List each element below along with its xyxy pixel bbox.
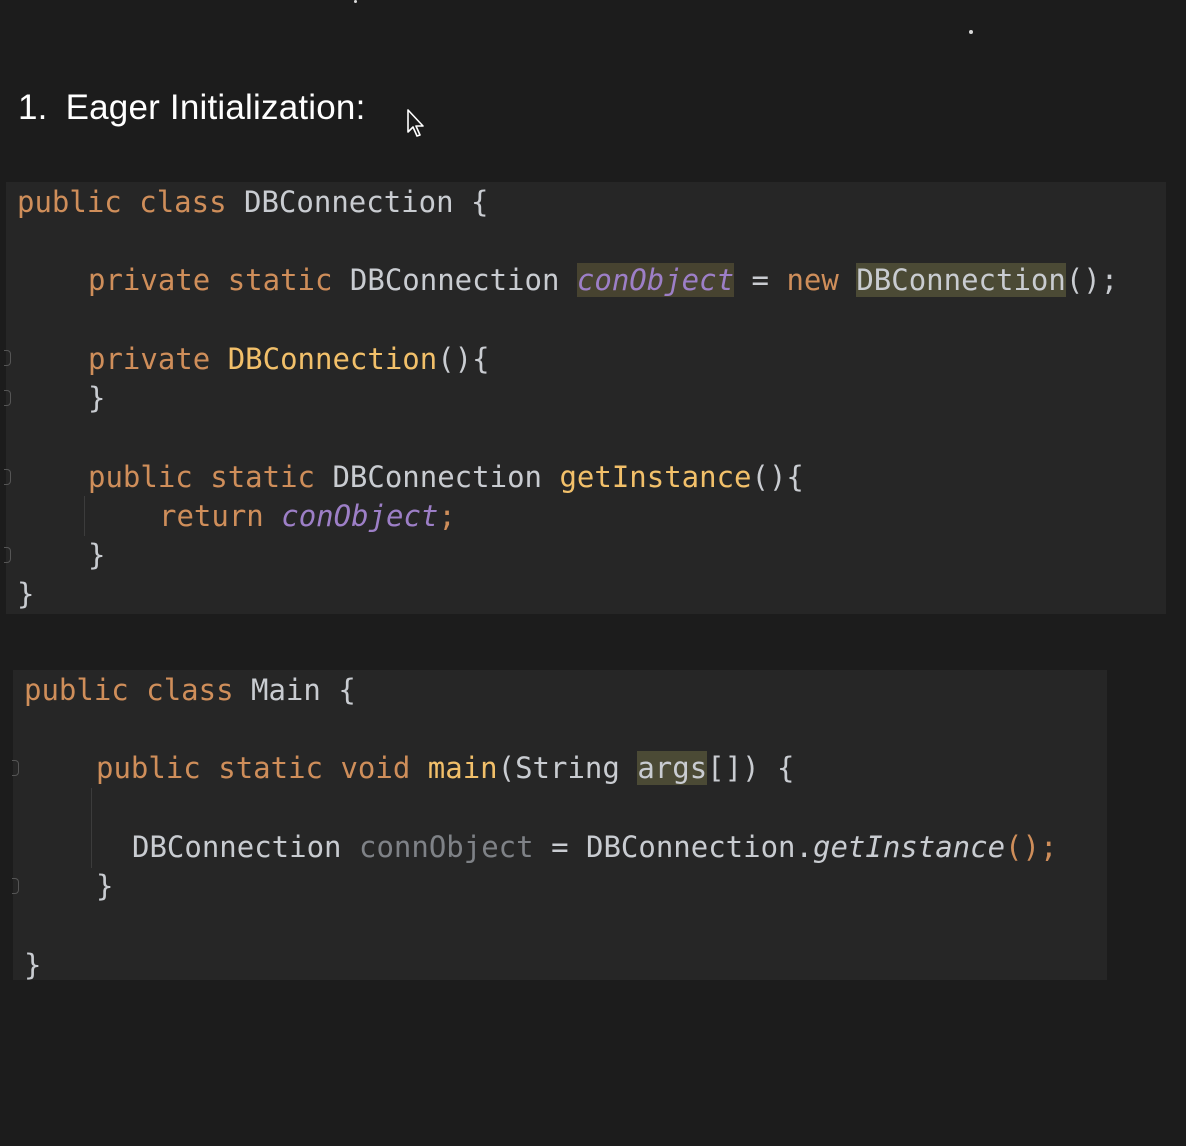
code-line: } (17, 574, 34, 614)
class-name: Main (251, 673, 321, 707)
keyword: new (786, 263, 839, 297)
heading-number: 1. (18, 88, 48, 127)
keyword: private (88, 263, 211, 297)
punctuation: ; (438, 499, 456, 533)
code-line: } (88, 535, 105, 575)
brace: } (24, 948, 42, 982)
type-name: DBConnection (349, 263, 560, 297)
main-code-block: public class Main { public static void m… (12, 670, 1107, 982)
method-name: getInstance (559, 460, 752, 494)
keyword: class (139, 185, 227, 219)
code-line: private static DBConnection conObject = … (88, 260, 1118, 300)
dbconnection-code-block: public class DBConnection { private stat… (4, 182, 1166, 614)
code-line: public class DBConnection { (17, 182, 488, 222)
class-reference: DBConnection. (586, 830, 813, 864)
type-name: DBConnection (332, 460, 542, 494)
brace: { (471, 185, 489, 219)
punctuation: (); (1065, 263, 1119, 297)
operator: = (551, 830, 569, 864)
code-line: public static DBConnection getInstance()… (88, 457, 804, 497)
keyword: return (159, 499, 264, 533)
constructor-call-highlighted: DBConnection (856, 263, 1066, 297)
parameter-name-highlighted: args (637, 751, 708, 785)
brace: } (96, 869, 114, 903)
keyword: static (210, 460, 315, 494)
parameter-type: (String (497, 751, 638, 785)
speck-dot (969, 30, 973, 34)
fold-marker-icon[interactable] (12, 760, 19, 776)
brace: } (17, 577, 35, 611)
operator: = (751, 263, 769, 297)
field-name: conObject (281, 499, 439, 533)
code-line: return conObject; (159, 496, 456, 536)
code-line: } (96, 866, 113, 906)
keyword: public (24, 673, 129, 707)
brace: } (88, 381, 106, 415)
code-line: private DBConnection(){ (88, 339, 490, 379)
mouse-pointer-icon (407, 109, 424, 137)
code-line: public class Main { (24, 670, 356, 710)
keyword: public (17, 185, 122, 219)
punctuation: (){ (437, 342, 490, 376)
slide-heading: 1. Eager Initialization: (18, 88, 366, 128)
brace: { (338, 673, 356, 707)
keyword: static (227, 263, 333, 297)
fold-marker-icon[interactable] (4, 390, 11, 406)
class-name: DBConnection (244, 185, 454, 219)
constructor-name: DBConnection (227, 342, 438, 376)
keyword: private (88, 342, 211, 376)
indent-guide (84, 496, 85, 536)
code-line: public static void main(String args[]) { (96, 748, 794, 788)
keyword: void (340, 751, 411, 785)
code-line: } (24, 945, 41, 985)
keyword: class (146, 673, 234, 707)
fold-marker-icon[interactable] (12, 878, 19, 894)
punctuation: []) { (707, 751, 795, 785)
type-name: DBConnection (132, 830, 342, 864)
heading-text: Eager Initialization: (65, 88, 366, 127)
static-method-call: getInstance (812, 830, 1006, 864)
brace: } (88, 538, 106, 572)
fold-marker-icon[interactable] (4, 350, 11, 366)
field-name-highlighted: conObject (576, 263, 735, 297)
unused-variable: connObject (358, 830, 534, 864)
indent-guide (91, 788, 92, 868)
keyword: public (88, 460, 193, 494)
speck-dot (354, 0, 357, 3)
punctuation: (); (1005, 830, 1058, 864)
code-line: } (88, 378, 105, 418)
fold-marker-icon[interactable] (4, 469, 11, 485)
keyword: static (218, 751, 323, 785)
keyword: public (96, 751, 201, 785)
code-line: DBConnection connObject = DBConnection.g… (132, 827, 1057, 867)
fold-marker-icon[interactable] (4, 547, 11, 563)
punctuation: (){ (751, 460, 804, 494)
method-name: main (427, 751, 498, 785)
